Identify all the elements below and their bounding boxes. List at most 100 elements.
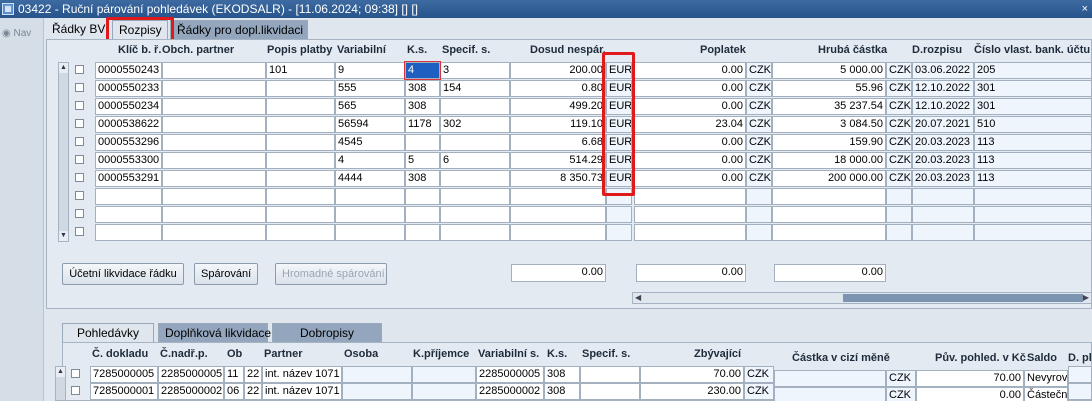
top-grid-hscroll[interactable]: ◀ ▶: [632, 292, 1092, 304]
cell-mena3[interactable]: CZK: [886, 80, 912, 97]
bottom-cell-ss[interactable]: [580, 383, 640, 400]
bottom-cell-ob1[interactable]: 11: [224, 366, 244, 383]
tab-radky-bv[interactable]: Řádky BV: [46, 20, 108, 39]
row-checkbox[interactable]: [75, 119, 84, 128]
cell-ucet[interactable]: 301: [974, 98, 1092, 115]
cell-vs[interactable]: 555: [335, 80, 405, 97]
bottom-cell-ks[interactable]: 308: [544, 366, 580, 383]
cell-nespar[interactable]: 6.68: [510, 134, 606, 151]
cell-partner[interactable]: [162, 98, 266, 115]
cell-mena2[interactable]: [746, 188, 772, 205]
cell-klic[interactable]: 0000550243: [95, 62, 162, 79]
cell-ss[interactable]: [440, 224, 510, 241]
bottom-cell-saldo[interactable]: Nevyrovn: [1024, 370, 1068, 387]
cell-klic[interactable]: 0000553296: [95, 134, 162, 151]
cell-mena3[interactable]: [886, 206, 912, 223]
cell-nespar[interactable]: 0.80: [510, 80, 606, 97]
cell-popis[interactable]: [266, 170, 335, 187]
cell-mena2[interactable]: CZK: [746, 80, 772, 97]
cell-datum[interactable]: [912, 188, 974, 205]
bottom-cell-saldo[interactable]: Částečně: [1024, 387, 1068, 401]
cell-ks[interactable]: 5: [405, 152, 440, 169]
cell-datum[interactable]: 20.07.2021: [912, 116, 974, 133]
cell-ucet[interactable]: 301: [974, 80, 1092, 97]
cell-datum[interactable]: [912, 224, 974, 241]
cell-partner[interactable]: [162, 152, 266, 169]
cell-hruba[interactable]: [772, 206, 886, 223]
cell-klic[interactable]: 0000553300: [95, 152, 162, 169]
row-checkbox[interactable]: [75, 101, 84, 110]
cell-partner[interactable]: [162, 80, 266, 97]
tab-doplnkova-likvidace[interactable]: Doplňková likvidace: [158, 323, 271, 342]
cell-ss[interactable]: [440, 98, 510, 115]
cell-ucet[interactable]: 510: [974, 116, 1092, 133]
row-checkbox[interactable]: [75, 173, 84, 182]
cell-popis[interactable]: [266, 152, 335, 169]
cell-mena2[interactable]: [746, 206, 772, 223]
scroll-up-icon[interactable]: ▲: [59, 63, 68, 73]
nav-toggle[interactable]: ◉ Nav: [2, 28, 31, 39]
cell-ss[interactable]: 154: [440, 80, 510, 97]
cell-mena2[interactable]: CZK: [746, 62, 772, 79]
cell-ks[interactable]: [405, 134, 440, 151]
cell-datum[interactable]: 12.10.2022: [912, 98, 974, 115]
cell-popis[interactable]: [266, 188, 335, 205]
bottom-cell-mena[interactable]: CZK: [744, 366, 774, 383]
close-icon[interactable]: ×: [1082, 0, 1088, 18]
cell-nespar[interactable]: [510, 206, 606, 223]
cell-nespar[interactable]: 8 350.73: [510, 170, 606, 187]
bottom-row-checkbox[interactable]: [71, 369, 80, 378]
cell-popis[interactable]: [266, 80, 335, 97]
cell-mena2[interactable]: CZK: [746, 170, 772, 187]
cell-partner[interactable]: [162, 206, 266, 223]
sparovani-button[interactable]: Spárování: [194, 263, 258, 285]
scroll-right-icon[interactable]: ▶: [1083, 293, 1089, 303]
bottom-cell-ob2[interactable]: 22: [244, 366, 262, 383]
cell-partner[interactable]: [162, 116, 266, 133]
cell-nespar[interactable]: 119.10: [510, 116, 606, 133]
cell-vs[interactable]: 4: [335, 152, 405, 169]
cell-partner[interactable]: [162, 224, 266, 241]
cell-ks[interactable]: 308: [405, 80, 440, 97]
bottom-cell-osoba[interactable]: [342, 383, 412, 400]
cell-vs[interactable]: 9: [335, 62, 405, 79]
cell-mena1[interactable]: [606, 206, 632, 223]
cell-poplatek[interactable]: [634, 188, 746, 205]
bottom-cell-zbyva[interactable]: 70.00: [640, 366, 744, 383]
cell-hruba[interactable]: 200 000.00: [772, 170, 886, 187]
cell-nespar[interactable]: [510, 224, 606, 241]
cell-mena3[interactable]: CZK: [886, 98, 912, 115]
bottom-cell-prijemce[interactable]: [412, 366, 476, 383]
cell-datum[interactable]: 03.06.2022: [912, 62, 974, 79]
row-checkbox[interactable]: [75, 155, 84, 164]
cell-partner[interactable]: [162, 62, 266, 79]
cell-klic[interactable]: 0000538622: [95, 116, 162, 133]
cell-hruba[interactable]: [772, 188, 886, 205]
cell-partner[interactable]: [162, 134, 266, 151]
bottom-cell-osoba[interactable]: [342, 366, 412, 383]
bottom-cell-prijemce[interactable]: [412, 383, 476, 400]
cell-popis[interactable]: [266, 134, 335, 151]
tab-radky-dopl-likvidaci[interactable]: Řádky pro dopl.likvidaci: [170, 20, 308, 39]
row-checkbox[interactable]: [75, 65, 84, 74]
cell-mena3[interactable]: CZK: [886, 62, 912, 79]
cell-nespar[interactable]: 514.29: [510, 152, 606, 169]
bottom-cell-ss[interactable]: [580, 366, 640, 383]
cell-hruba[interactable]: 55.96: [772, 80, 886, 97]
cell-poplatek[interactable]: 0.00: [634, 152, 746, 169]
bottom-cell-ks[interactable]: 308: [544, 383, 580, 400]
cell-datum[interactable]: 20.03.2023: [912, 134, 974, 151]
tab-dobropisy[interactable]: Dobropisy: [272, 323, 382, 342]
cell-ucet[interactable]: [974, 206, 1092, 223]
cell-mena2[interactable]: CZK: [746, 134, 772, 151]
cell-popis[interactable]: [266, 98, 335, 115]
cell-ss[interactable]: 6: [440, 152, 510, 169]
cell-poplatek[interactable]: [634, 224, 746, 241]
cell-nespar[interactable]: 200.00: [510, 62, 606, 79]
bottom-cell-doklad[interactable]: 7285000001: [90, 383, 158, 400]
cell-vs[interactable]: [335, 188, 405, 205]
row-checkbox[interactable]: [75, 83, 84, 92]
cell-poplatek[interactable]: 23.04: [634, 116, 746, 133]
cell-ucet[interactable]: 205: [974, 62, 1092, 79]
cell-mena1[interactable]: [606, 224, 632, 241]
